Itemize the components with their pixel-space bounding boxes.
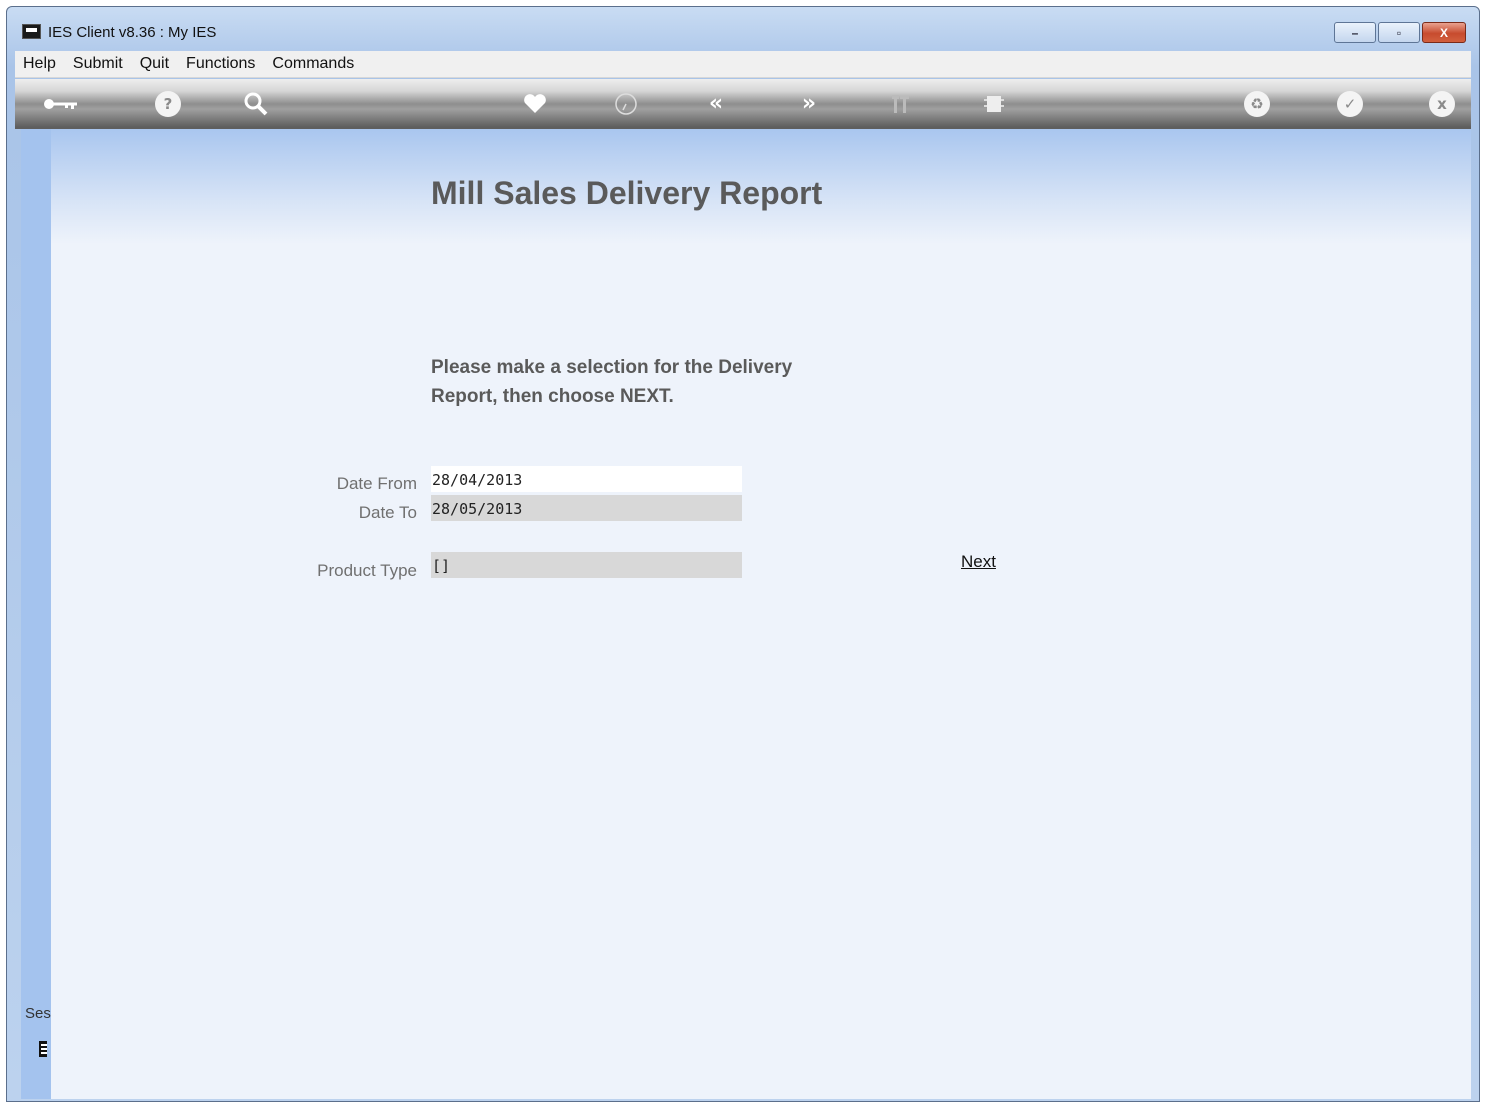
ok-check-icon[interactable]: ✓ <box>1337 91 1363 117</box>
help-icon[interactable]: ? <box>155 91 181 117</box>
close-x-icon[interactable]: x <box>1429 91 1455 117</box>
minimize-button[interactable]: – <box>1334 22 1376 43</box>
history-clock-icon[interactable] <box>613 91 639 117</box>
toolbar: ? « » ♻ ✓ x <box>15 79 1471 129</box>
menu-quit[interactable]: Quit <box>132 55 178 73</box>
app-window: IES Client v8.36 : My IES – ▫ X Help Sub… <box>6 6 1480 1102</box>
window-title: IES Client v8.36 : My IES <box>48 24 217 41</box>
title-bar[interactable]: IES Client v8.36 : My IES – ▫ X <box>7 7 1479 51</box>
tools-icon[interactable] <box>888 91 914 117</box>
session-icon[interactable] <box>39 1039 49 1059</box>
date-from-input[interactable] <box>431 466 742 492</box>
search-icon[interactable] <box>243 91 269 117</box>
date-to-label: Date To <box>358 503 417 522</box>
menu-bar: Help Submit Quit Functions Commands <box>15 51 1471 78</box>
favorite-heart-icon[interactable] <box>522 91 548 117</box>
page-title: Mill Sales Delivery Report <box>431 175 823 211</box>
content-area: Ses Mill Sales Delivery Report Please ma… <box>21 129 1471 1099</box>
key-icon[interactable] <box>41 91 81 117</box>
app-icon <box>22 24 41 39</box>
recycle-icon[interactable]: ♻ <box>1244 91 1270 117</box>
next-icon[interactable]: » <box>796 91 822 117</box>
date-from-label: Date From <box>336 474 417 493</box>
next-link[interactable]: Next <box>961 552 996 572</box>
session-panel-label: Ses <box>25 1005 51 1022</box>
previous-icon[interactable]: « <box>703 91 729 117</box>
menu-submit[interactable]: Submit <box>65 55 132 73</box>
menu-help[interactable]: Help <box>15 55 65 73</box>
instructions-text: Please make a selection for the Delivery… <box>431 357 793 407</box>
report-form-pane: Mill Sales Delivery Report Please make a… <box>51 129 1471 1099</box>
maximize-button[interactable]: ▫ <box>1378 22 1420 43</box>
date-to-input[interactable] <box>431 495 742 521</box>
menu-commands[interactable]: Commands <box>264 55 363 73</box>
menu-functions[interactable]: Functions <box>178 55 264 73</box>
chip-icon[interactable] <box>981 91 1007 117</box>
close-button[interactable]: X <box>1422 22 1466 43</box>
product-type-label: Product Type <box>317 561 417 580</box>
product-type-input[interactable] <box>431 552 742 578</box>
window-controls: – ▫ X <box>1334 22 1466 44</box>
